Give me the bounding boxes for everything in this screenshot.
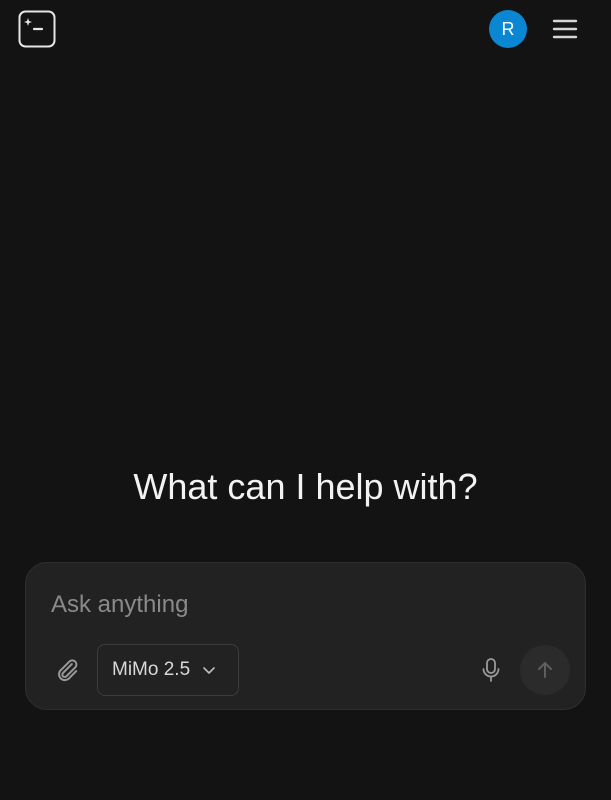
hamburger-menu-icon [552,19,578,39]
message-composer: MiMo 2.5 [25,562,586,710]
new-chat-terminal-icon [18,10,56,48]
new-chat-button[interactable] [18,10,56,48]
prompt-input[interactable] [51,585,551,625]
model-selector[interactable]: MiMo 2.5 [97,644,239,696]
page-title: What can I help with? [133,466,478,507]
user-avatar[interactable]: R [489,10,527,48]
send-button[interactable] [520,645,570,695]
paperclip-icon [58,659,78,682]
avatar-initial: R [501,18,515,39]
microphone-icon [482,658,500,682]
menu-button[interactable] [548,12,582,46]
voice-input-button[interactable] [474,653,508,687]
chevron-down-icon [202,665,216,675]
arrow-up-icon [538,662,552,678]
model-selected-label: MiMo 2.5 [112,659,191,680]
app-root: R What can I help with? MiMo 2.5 [0,0,611,800]
attach-button[interactable] [50,653,84,687]
